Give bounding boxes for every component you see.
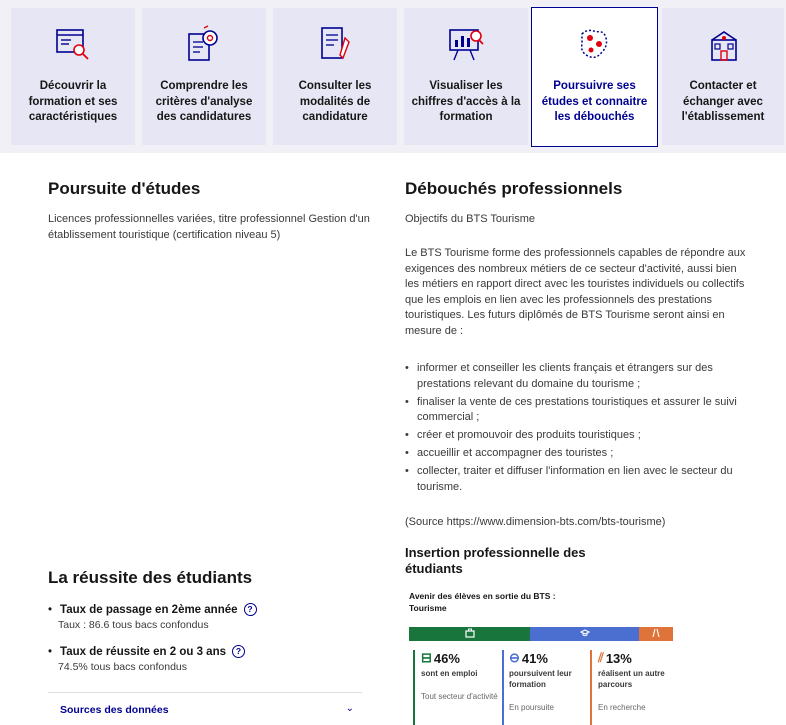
tab-comprendre[interactable]: Comprendre les critères d'analyse des ca… [142,8,266,145]
sources-accordion[interactable]: Sources des données ⌄ [48,692,362,725]
tab-label: Comprendre les critères d'analyse des ca… [155,80,253,123]
reussite-title: La réussite des étudiants [48,568,253,587]
computer-search-icon [56,29,89,60]
stat-desc: réalisent un autre parcours [598,669,665,689]
list-item: accueillir et accompagner des touristes … [403,446,753,462]
tab-bar: Découvrir la formation et ses caractéris… [0,0,786,153]
stat-pct: 13% [605,650,632,666]
list-item: collecter, traiter et diffuser l'informa… [403,464,753,495]
chevron-down-icon: ⌄ [345,703,354,714]
stat-sub: Tout secteur d'activité [421,692,498,701]
tab-decouvrir[interactable]: Découvrir la formation et ses caractéris… [11,8,135,145]
success-rate: Taux de réussite en 2 ou 3 ans ? 74.5% t… [48,645,245,673]
insertion-title: Insertion professionnelle des étudiants [405,545,586,576]
stat-sub: En recherche [598,703,646,712]
stat-divider [413,650,415,725]
route-icon: ⫽ [598,650,604,665]
document-pen-icon [321,27,350,60]
poursuite-text: Licences professionnelles variées, titre… [48,213,370,241]
bar-segment-emploi [409,627,531,641]
passage-label: Taux de passage en 2ème année [60,603,238,616]
tab-contacter[interactable]: Contacter et échanger avec l'établisseme… [662,8,784,145]
route-icon [652,628,660,638]
intro-text: Le BTS Tourisme forme des professionnels… [405,247,746,337]
tab-label: Découvrir la formation et ses caractéris… [28,80,118,123]
objectives-list: informer et conseiller les clients franç… [403,361,753,498]
passage-rate: Taux de passage en 2ème année ? Taux : 8… [48,603,257,631]
tab-label: Consulter les modalités de candidature [298,80,372,123]
list-item: informer et conseiller les clients franç… [403,361,753,392]
stat-pct: 46% [433,650,460,666]
insertion-bar [409,627,673,641]
help-icon[interactable]: ? [232,645,245,658]
briefcase-icon [465,628,475,638]
chart-board-icon [449,29,484,61]
bar-segment-autre [638,627,673,641]
map-pins-icon [580,29,608,59]
stat-sub: En poursuite [509,703,554,712]
bar-segment-poursuite [530,627,639,641]
stat-divider [502,650,504,725]
stat-desc: sont en emploi [421,669,478,678]
school-building-icon [711,31,737,61]
stat-desc: poursuivent leur formation [509,669,572,689]
graduation-cap-icon [579,629,590,637]
sources-label: Sources des données [60,704,169,716]
stat-divider [590,650,592,725]
graduation-cap-icon: ⊖ [509,650,520,665]
stat-pct: 41% [521,650,548,666]
objectifs-text: Objectifs du BTS Tourisme [405,213,536,225]
tab-label: Visualiser les chiffres d'accès à la for… [411,80,521,123]
source-text: (Source https://www.dimension-bts.com/bt… [405,516,666,528]
avenir-text: Avenir des élèves en sortie du BTS : Tou… [409,591,556,613]
tab-consulter[interactable]: Consulter les modalités de candidature [273,8,397,145]
stat-poursuite: ⊖ 41% poursuivent leur formation En pours… [509,650,589,713]
passage-value: Taux : 86.6 tous bacs confondus [58,619,209,631]
debouches-title: Débouchés professionnels [405,179,623,198]
tab-poursuivre[interactable]: Poursuivre ses études et connaitre les d… [531,7,658,147]
list-item: finaliser la vente de ces prestations to… [403,395,753,426]
reussite-value: 74.5% tous bacs confondus [58,661,188,673]
stat-autre: ⫽ 13% réalisent un autre parcours En rech… [598,650,678,713]
tab-visualiser[interactable]: Visualiser les chiffres d'accès à la for… [404,8,528,145]
briefcase-icon: ⊟ [421,650,432,665]
tab-label: Poursuivre ses études et connaitre les d… [541,80,648,123]
stat-emploi: ⊟ 46% sont en emploi Tout secteur d'activ… [421,650,499,702]
list-item: créer et promouvoir des produits tourist… [403,428,753,444]
document-gear-icon [188,25,218,61]
poursuite-title: Poursuite d'études [48,179,201,198]
tab-label: Contacter et échanger avec l'établisseme… [681,80,765,123]
reussite-label: Taux de réussite en 2 ou 3 ans [60,645,226,658]
help-icon[interactable]: ? [243,603,257,616]
